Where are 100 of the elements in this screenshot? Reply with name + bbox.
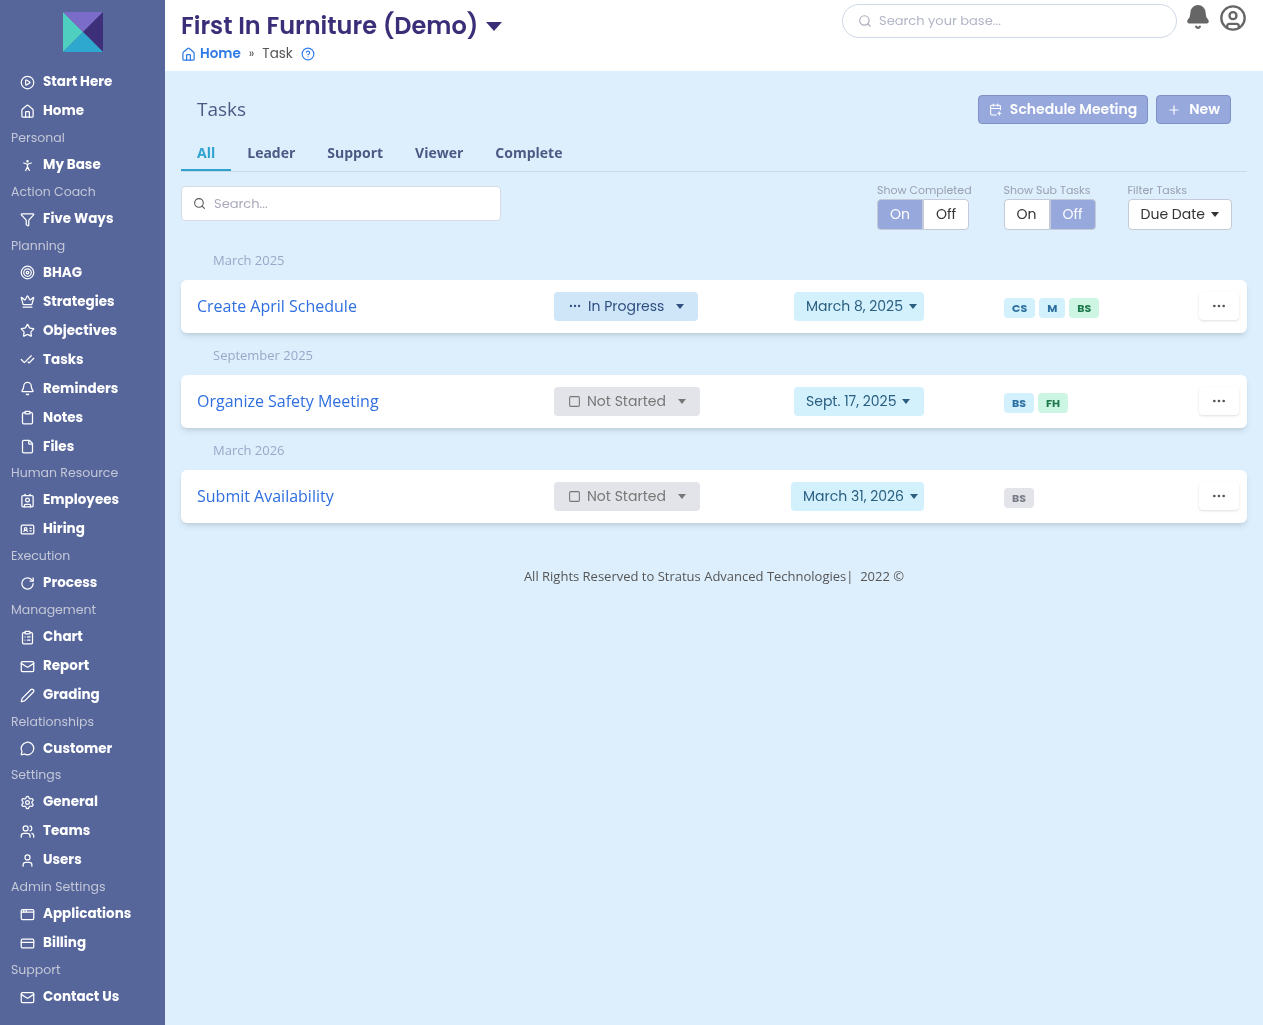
user-avatar-icon[interactable] (1219, 4, 1247, 32)
date-picker-button[interactable]: March 8, 2025 (794, 291, 924, 321)
sidebar-item[interactable]: Teams (0, 817, 165, 846)
sidebar-item[interactable]: My Base (0, 150, 165, 180)
sidebar-item-icon (20, 439, 35, 455)
sidebar-item[interactable]: Notes (0, 403, 165, 433)
sidebar-item[interactable]: BHAG (0, 258, 165, 288)
caret-icon[interactable] (486, 21, 503, 31)
help-icon[interactable] (300, 47, 315, 62)
sidebar-item[interactable]: Five Ways (0, 204, 165, 234)
search-icon (193, 197, 206, 210)
sidebar-heading: Relationships (10, 711, 96, 732)
sidebar-item[interactable]: Report (0, 651, 165, 681)
caret-icon (908, 303, 917, 309)
sidebar-heading: Settings (10, 765, 63, 786)
toggle-label: Show Completed (877, 182, 972, 199)
sidebar-item[interactable]: Customer (0, 734, 165, 764)
sidebar-item-icon (20, 381, 35, 397)
sidebar-item-icon (20, 265, 35, 281)
sidebar-item[interactable]: Grading (0, 680, 165, 710)
status-dropdown[interactable]: Not Started (554, 386, 700, 416)
tab[interactable]: Viewer (399, 136, 480, 171)
sidebar-item[interactable]: Applications (0, 899, 165, 929)
task-link[interactable]: Submit Availability (197, 484, 554, 508)
tab[interactable]: Leader (231, 136, 312, 171)
sidebar-item-icon (20, 157, 35, 173)
task-search-field[interactable]: Search... (181, 186, 501, 221)
bell-icon[interactable] (1185, 4, 1211, 30)
tab[interactable]: Support (311, 136, 400, 171)
sidebar-item-icon (20, 741, 35, 757)
sidebar-item-icon (20, 989, 35, 1005)
date-picker-button[interactable]: Sept. 17, 2025 (794, 386, 924, 416)
plus-icon (1167, 102, 1182, 117)
sidebar-item[interactable]: Process (0, 568, 165, 598)
sidebar-item[interactable]: Reminders (0, 374, 165, 404)
task-link[interactable]: Organize Safety Meeting (197, 389, 554, 413)
tab[interactable]: Complete (479, 136, 579, 171)
breadcrumb-link[interactable]: Home (181, 44, 241, 65)
status-dropdown[interactable]: Not Started (554, 481, 700, 511)
sidebar-heading: Personal (10, 128, 66, 148)
date-picker-button[interactable]: March 31, 2026 (791, 481, 924, 511)
sidebar-item-icon (20, 935, 35, 951)
member-tag: CS (1004, 298, 1036, 318)
sidebar-item[interactable]: Users (0, 846, 165, 875)
caret-icon (676, 303, 685, 309)
sidebar-item-icon (20, 687, 35, 703)
search-field[interactable]: Search your base... (842, 4, 1177, 38)
breadcrumb-separator: » (248, 46, 255, 63)
member-tag: M (1039, 298, 1066, 318)
sidebar-item[interactable]: Employees (0, 486, 165, 515)
on-option[interactable]: On (1003, 198, 1050, 230)
sidebar-item-icon (20, 795, 35, 810)
member-tag: BS (1004, 393, 1034, 413)
page-title: Tasks (197, 95, 247, 124)
sidebar-item-icon (20, 211, 35, 227)
home-icon (181, 46, 196, 62)
off-option[interactable]: Off (923, 198, 969, 230)
sidebar-item[interactable]: Tasks (0, 345, 165, 375)
member-tag: BS (1004, 488, 1034, 508)
search-icon (858, 14, 872, 28)
sidebar-item[interactable]: Billing (0, 928, 165, 958)
sidebar-item-icon (20, 410, 35, 426)
sidebar-item-icon (20, 104, 35, 119)
member-tag: BS (1069, 298, 1100, 318)
sidebar-item-icon (20, 75, 35, 90)
sidebar-item[interactable]: General (0, 788, 165, 817)
sidebar-item[interactable]: Files (0, 432, 165, 462)
sidebar-item-icon (20, 853, 35, 868)
sidebar-item-icon (20, 629, 35, 645)
filter-dropdown[interactable]: Due Date (1127, 198, 1232, 230)
group-heading: March 2025 (212, 249, 286, 271)
filter-label: Filter Tasks (1127, 182, 1188, 199)
breadcrumb-current: Task (262, 44, 293, 65)
sidebar-heading: Human Resource (10, 463, 120, 484)
sidebar-heading: Management (10, 599, 98, 620)
sidebar-heading: Planning (10, 235, 67, 256)
sidebar-heading: Support (10, 959, 62, 980)
group-heading: March 2026 (212, 439, 286, 461)
sidebar-item[interactable]: Chart (0, 622, 165, 652)
sidebar-item-icon (20, 824, 35, 839)
sidebar-item-icon (20, 906, 35, 922)
sidebar-item-icon (20, 493, 35, 508)
sidebar-item[interactable]: Start Here (0, 68, 165, 97)
task-link[interactable]: Create April Schedule (197, 294, 554, 318)
caret-icon (902, 398, 911, 404)
sidebar-item-icon (20, 294, 35, 310)
sidebar-item[interactable]: Hiring (0, 515, 165, 544)
sidebar-item[interactable]: Objectives (0, 316, 165, 346)
caret-icon (1211, 211, 1219, 217)
toggle-label: Show Sub Tasks (1003, 182, 1092, 199)
sidebar-item[interactable]: Home (0, 97, 165, 126)
company-title: First In Furniture (Demo) (181, 8, 479, 44)
sidebar-item[interactable]: Contact Us (0, 982, 165, 1012)
sidebar-item[interactable]: Strategies (0, 287, 165, 317)
caret-icon (677, 493, 686, 499)
caret-icon (910, 493, 918, 499)
sidebar-item-icon (20, 522, 35, 537)
sidebar-item-icon (20, 658, 35, 674)
caret-icon (677, 398, 686, 404)
status-dropdown[interactable]: In Progress (554, 291, 699, 321)
